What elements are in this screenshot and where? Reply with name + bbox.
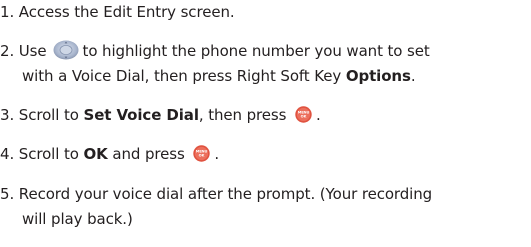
- step-text: Scroll to: [18, 106, 79, 124]
- step-text: will play back.): [22, 210, 133, 228]
- step-number: 2.: [0, 42, 15, 60]
- svg-text:OK: OK: [199, 153, 205, 157]
- step-number: 5.: [0, 185, 15, 203]
- step-number: 1.: [0, 3, 15, 21]
- step-text: Use: [18, 42, 47, 60]
- menu-ok-key-icon: MENU OK: [193, 144, 211, 162]
- step-text: to highlight the phone number you want t…: [82, 42, 430, 60]
- set-voice-dial-label: Set Voice Dial: [83, 106, 199, 124]
- step-number: 3.: [0, 106, 15, 124]
- svg-text:OK: OK: [301, 114, 307, 118]
- step-text: .: [316, 106, 321, 124]
- step-text: Access the Edit Entry screen.: [18, 3, 235, 21]
- step-5: 5. Record your voice dial after the prom…: [0, 182, 528, 207]
- step-text: Scroll to: [18, 145, 79, 163]
- options-soft-key-label: Options: [345, 67, 411, 85]
- step-2-continued: with a Voice Dial, then press Right Soft…: [0, 64, 528, 89]
- step-2: 2. Use to highlight the phone number you…: [0, 39, 528, 64]
- step-3: 3. Scroll to Set Voice Dial, then press …: [0, 103, 528, 128]
- ok-label: OK: [83, 145, 108, 163]
- step-text: Record your voice dial after the prompt.…: [18, 185, 433, 203]
- step-1: 1. Access the Edit Entry screen.: [0, 0, 528, 25]
- menu-ok-key-icon: MENU OK: [295, 105, 312, 123]
- step-text: , then press: [198, 106, 287, 124]
- step-number: 4.: [0, 145, 15, 163]
- step-4: 4. Scroll to OK and press MENU OK .: [0, 142, 528, 167]
- step-text: .: [214, 145, 220, 163]
- step-5-continued: will play back.): [0, 207, 528, 232]
- step-text: .: [410, 67, 416, 85]
- step-text: and press: [112, 145, 185, 163]
- step-text: with a Voice Dial, then press Right Soft…: [22, 67, 342, 85]
- navigation-key-icon: [53, 40, 79, 60]
